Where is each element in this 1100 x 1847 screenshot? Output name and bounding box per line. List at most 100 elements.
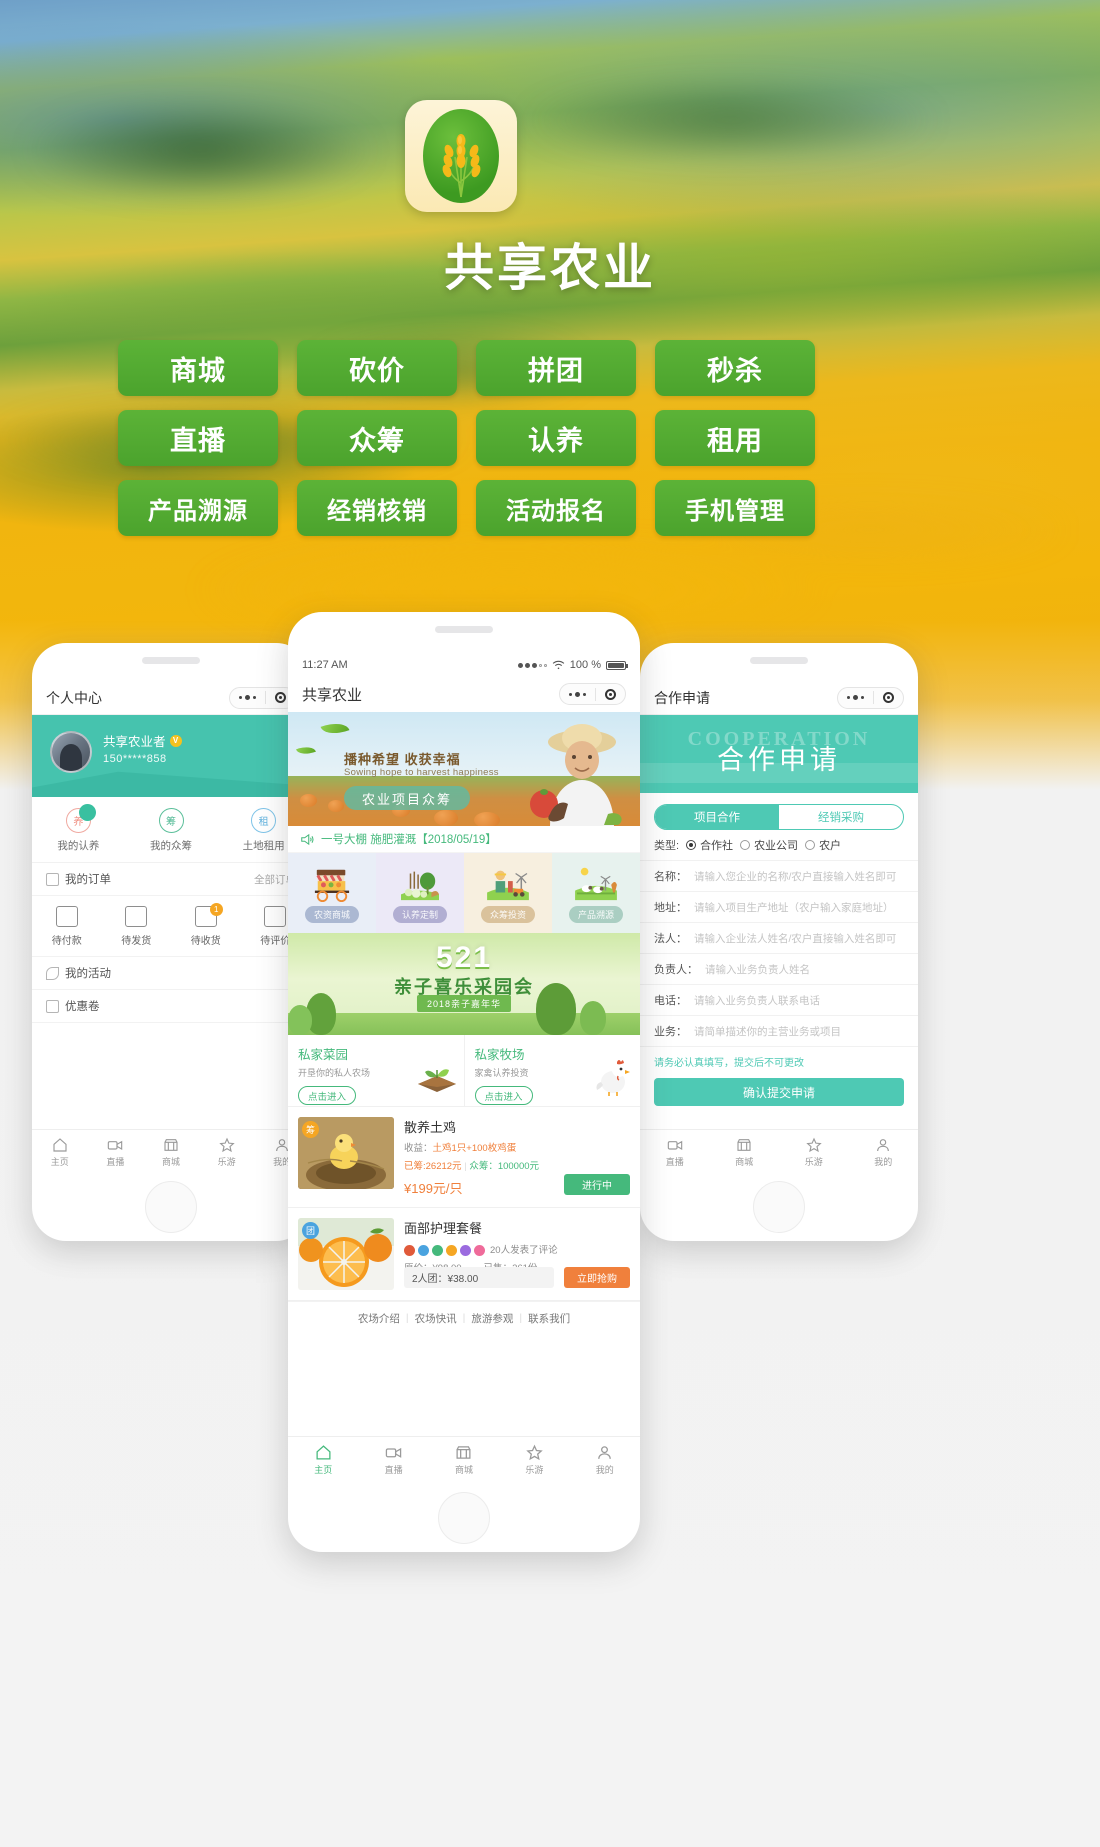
close-target-icon[interactable] bbox=[874, 692, 903, 703]
megaphone-icon bbox=[301, 833, 314, 845]
close-target-icon[interactable] bbox=[596, 688, 625, 700]
feature-button-flash-sale[interactable]: 秒杀 bbox=[655, 340, 815, 396]
feature-button-mobile-admin[interactable]: 手机管理 bbox=[655, 480, 815, 536]
tab-travel[interactable]: 乐游 bbox=[199, 1137, 255, 1168]
tab-label: 商城 bbox=[454, 1464, 473, 1475]
miniapp-capsule-center[interactable] bbox=[559, 683, 626, 705]
feature-button-crowdfunding[interactable]: 众筹 bbox=[297, 410, 457, 466]
tab-store[interactable]: 商城 bbox=[429, 1444, 499, 1476]
radio-company[interactable]: 农业公司 bbox=[740, 837, 798, 853]
tab-project-cooperation[interactable]: 项目合作 bbox=[655, 805, 779, 829]
category-crowdfunding[interactable]: 众筹投资 bbox=[464, 853, 552, 933]
feature-button-live[interactable]: 直播 bbox=[118, 410, 278, 466]
submit-application-button[interactable]: 确认提交申请 bbox=[654, 1078, 904, 1106]
more-menu-icon[interactable] bbox=[838, 695, 873, 700]
quick-link-crowdfunding[interactable]: 筹 我的众筹 bbox=[125, 808, 218, 853]
order-status-to-pay[interactable]: 待付款 bbox=[32, 906, 102, 947]
feature-button-group-buy[interactable]: 拼团 bbox=[476, 340, 636, 396]
form-row-legal-person[interactable]: 法人： 请输入企业法人姓名/农户直接输入姓名即可 bbox=[640, 923, 918, 954]
my-activities-row[interactable]: 我的活动 bbox=[32, 957, 310, 990]
review-count: 20人发表了评论 bbox=[490, 1244, 558, 1256]
form-row-phone[interactable]: 电话： 请输入业务负责人联系电话 bbox=[640, 985, 918, 1016]
tab-travel[interactable]: 乐游 bbox=[786, 1137, 842, 1168]
profile-name: 共享农业者 bbox=[103, 735, 166, 749]
miniapp-capsule-left[interactable] bbox=[229, 686, 296, 709]
feature-button-adoption[interactable]: 认养 bbox=[476, 410, 636, 466]
tab-live[interactable]: 直播 bbox=[358, 1444, 428, 1476]
feature-button-rental[interactable]: 租用 bbox=[655, 410, 815, 466]
footer-link-contact[interactable]: 联系我们 bbox=[528, 1311, 570, 1326]
card-enter-button[interactable]: 点击进入 bbox=[298, 1086, 356, 1105]
my-orders-row[interactable]: 我的订单 全部订单 bbox=[32, 863, 310, 896]
footer-divider: | bbox=[405, 1312, 409, 1324]
form-input-business[interactable]: 请简单描述你的主营业务或项目 bbox=[694, 1024, 841, 1039]
banner-cta-button[interactable]: 农业项目众筹 bbox=[344, 786, 470, 810]
category-agri-mall[interactable]: 农资商城 bbox=[288, 853, 376, 933]
footer-link-farm-intro[interactable]: 农场介绍 bbox=[358, 1311, 400, 1326]
tab-distribution-purchase[interactable]: 经销采购 bbox=[779, 805, 903, 829]
more-menu-icon[interactable] bbox=[230, 695, 265, 700]
hero-banner-carousel[interactable]: 播种希望 收获幸福 Sowing hope to harvest happine… bbox=[288, 712, 640, 826]
card-private-garden[interactable]: 私家菜园 开垦你的私人农场 点击进入 bbox=[288, 1035, 464, 1106]
form-label-type: 类型: bbox=[654, 840, 680, 852]
form-row-contact[interactable]: 负责人： 请输入业务负责人姓名 bbox=[640, 954, 918, 985]
crowdfunding-ring-icon: 筹 bbox=[158, 808, 184, 833]
quick-link-adoption[interactable]: 养 我的认养 bbox=[32, 804, 125, 853]
tab-mine[interactable]: 我的 bbox=[855, 1137, 911, 1168]
order-status-to-ship[interactable]: 待发货 bbox=[102, 906, 172, 947]
form-input-address[interactable]: 请输入项目生产地址（农户输入家庭地址） bbox=[694, 900, 894, 915]
left-nav-title: 个人中心 bbox=[46, 689, 102, 706]
tab-travel[interactable]: 乐游 bbox=[499, 1444, 569, 1476]
star-outline-icon bbox=[46, 966, 59, 980]
category-adoption[interactable]: 认养定制 bbox=[376, 853, 464, 933]
form-row-address[interactable]: 地址： 请输入项目生产地址（农户输入家庭地址） bbox=[640, 892, 918, 923]
form-input-phone[interactable]: 请输入业务负责人联系电话 bbox=[694, 993, 820, 1008]
tab-label: 我的 bbox=[595, 1464, 614, 1475]
tab-mine[interactable]: 我的 bbox=[570, 1444, 640, 1476]
product-funding-line: 已筹:26212元 | 众筹：100000元 bbox=[404, 1161, 540, 1172]
card-private-ranch[interactable]: 私家牧场 家禽认养投资 点击进入 bbox=[463, 1035, 641, 1106]
product-card-facial-care[interactable]: 团 面部护理套餐 20人发表了评论 2人团：¥38.00 立即抢购 bbox=[288, 1208, 640, 1301]
card-enter-button[interactable]: 点击进入 bbox=[474, 1086, 533, 1105]
pumpkin-decoration bbox=[474, 812, 500, 826]
footer-link-farm-news[interactable]: 农场快讯 bbox=[415, 1311, 457, 1326]
home-button[interactable] bbox=[753, 1181, 805, 1233]
radio-farmer[interactable]: 农户 bbox=[805, 837, 841, 853]
group-buy-price: 2人团：¥38.00 bbox=[404, 1267, 554, 1288]
tab-store[interactable]: 商城 bbox=[716, 1137, 772, 1168]
form-input-contact[interactable]: 请输入业务负责人姓名 bbox=[705, 962, 810, 977]
home-button[interactable] bbox=[438, 1492, 490, 1544]
form-input-name[interactable]: 请输入您企业的名称/农户直接输入姓名即可 bbox=[694, 869, 896, 884]
more-menu-icon[interactable] bbox=[560, 691, 595, 697]
tab-live[interactable]: 直播 bbox=[88, 1137, 144, 1168]
phone-mockup-center: 11:27 AM 100 % 共享农业 播种希望 收获幸福 Sowing hop… bbox=[288, 612, 640, 1552]
promo-banner-521[interactable]: 521 亲子喜乐采园会 2018亲子嘉年华 bbox=[288, 933, 640, 1035]
coupons-row[interactable]: 优惠卷 bbox=[32, 990, 310, 1023]
tab-home[interactable]: 主页 bbox=[32, 1137, 88, 1168]
tab-home[interactable]: 主页 bbox=[288, 1444, 358, 1476]
feature-button-traceability[interactable]: 产品溯源 bbox=[118, 480, 278, 536]
product-action-button[interactable]: 进行中 bbox=[564, 1174, 630, 1195]
tab-label: 乐游 bbox=[217, 1157, 236, 1167]
product-action-button[interactable]: 立即抢购 bbox=[564, 1267, 630, 1288]
order-status-label: 待评价 bbox=[260, 936, 291, 947]
avatar[interactable] bbox=[50, 731, 92, 773]
home-button[interactable] bbox=[145, 1181, 197, 1233]
tab-store[interactable]: 商城 bbox=[143, 1137, 199, 1168]
feature-button-event-signup[interactable]: 活动报名 bbox=[476, 480, 636, 536]
footer-link-tour[interactable]: 旅游参观 bbox=[471, 1311, 513, 1326]
feature-button-distribution[interactable]: 经销核销 bbox=[297, 480, 457, 536]
form-input-legal-person[interactable]: 请输入企业法人姓名/农户直接输入姓名即可 bbox=[694, 931, 896, 946]
form-row-business[interactable]: 业务： 请简单描述你的主营业务或项目 bbox=[640, 1016, 918, 1047]
order-status-to-receive[interactable]: 1 待收货 bbox=[171, 903, 241, 947]
radio-coop[interactable]: 合作社 bbox=[686, 837, 733, 853]
tab-live[interactable]: 直播 bbox=[647, 1137, 703, 1168]
form-row-name[interactable]: 名称： 请输入您企业的名称/农户直接输入姓名即可 bbox=[640, 861, 918, 892]
news-ticker[interactable]: 一号大棚 施肥灌溉【2018/05/19】 bbox=[288, 826, 640, 853]
tab-label: 主页 bbox=[50, 1157, 69, 1167]
miniapp-capsule-right[interactable] bbox=[837, 686, 904, 709]
product-card-chicken[interactable]: 筹 散养土鸡 收益：土鸡1只+100枚鸡蛋 已筹:26212元 | 众筹：100… bbox=[288, 1107, 640, 1208]
feature-button-shop[interactable]: 商城 bbox=[118, 340, 278, 396]
category-traceability[interactable]: 产品溯源 bbox=[552, 853, 640, 933]
feature-button-bargain[interactable]: 砍价 bbox=[297, 340, 457, 396]
